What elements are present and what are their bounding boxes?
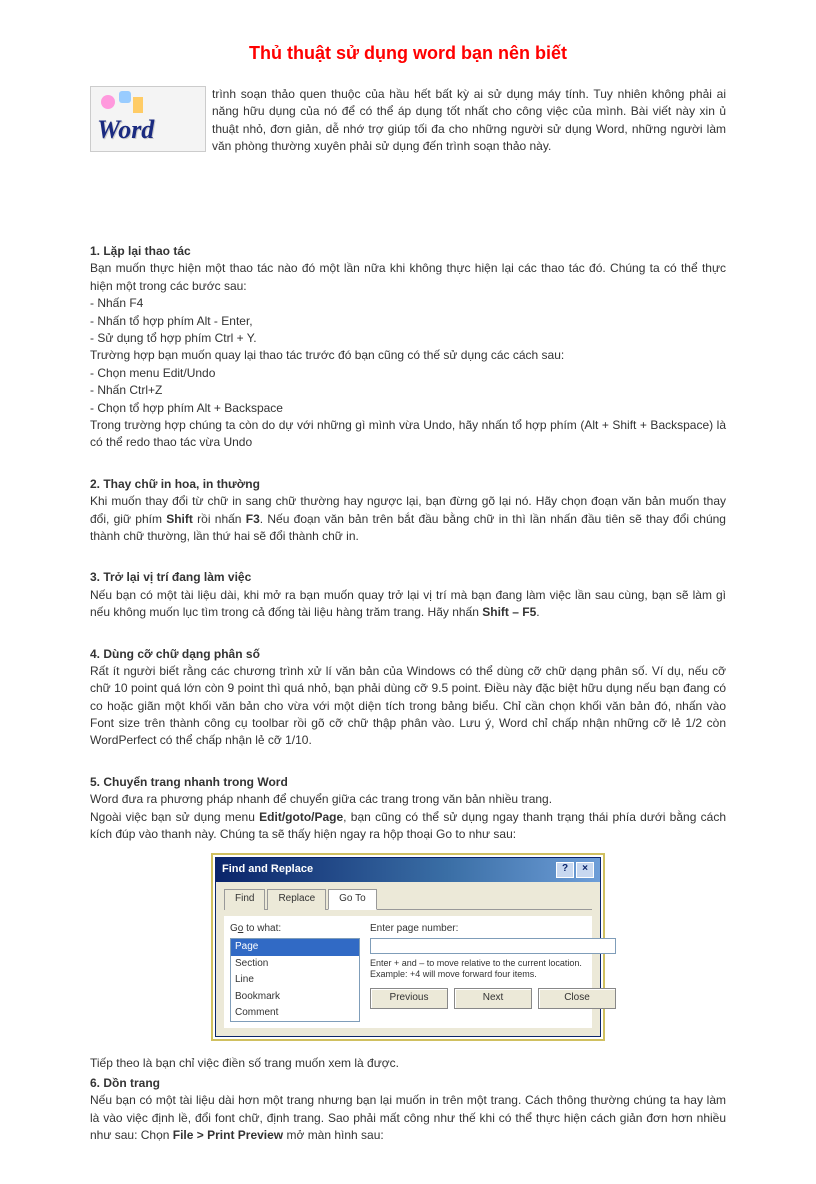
s2-text-b: rồi nhấn bbox=[193, 512, 246, 526]
goto-what-listbox[interactable]: Page Section Line Bookmark Comment Footn… bbox=[230, 938, 360, 1022]
section-1-l3: - Sử dụng tổ hợp phím Ctrl + Y. bbox=[90, 330, 726, 347]
close-button[interactable]: Close bbox=[538, 988, 616, 1009]
find-replace-dialog-figure: Find and Replace ? × Find Replace Go To … bbox=[90, 853, 726, 1041]
dialog-titlebar: Find and Replace ? × bbox=[216, 858, 600, 882]
document-page: Thủ thuật sử dụng word bạn nên biết Word… bbox=[0, 0, 816, 1184]
section-5-after: Tiếp theo là bạn chỉ việc điền số trang … bbox=[90, 1055, 726, 1072]
s6-bold: File > Print Preview bbox=[173, 1128, 283, 1142]
section-3-body: Nếu bạn có một tài liệu dài, khi mở ra b… bbox=[90, 587, 726, 622]
goto-panel: Go to what: Page Section Line Bookmark C… bbox=[224, 916, 592, 1029]
section-1-p1: Bạn muốn thực hiện một thao tác nào đó m… bbox=[90, 260, 726, 295]
section-5-p2: Ngoài việc bạn sử dụng menu Edit/goto/Pa… bbox=[90, 809, 726, 844]
s5-bold: Edit/goto/Page bbox=[259, 810, 343, 824]
section-5-title: 5. Chuyển trang nhanh trong Word bbox=[90, 774, 726, 791]
goto-hint: Enter + and – to move relative to the cu… bbox=[370, 958, 616, 980]
section-5-p1: Word đưa ra phương pháp nhanh để chuyển … bbox=[90, 791, 726, 808]
intro-block: Word trình soạn thảo quen thuộc của hầu … bbox=[90, 86, 726, 156]
logo-text: Word bbox=[97, 111, 154, 149]
next-button[interactable]: Next bbox=[454, 988, 532, 1009]
s2-bold-f3: F3 bbox=[246, 512, 260, 526]
dialog-close-button[interactable]: × bbox=[576, 862, 594, 878]
list-item[interactable]: Footnote bbox=[231, 1022, 359, 1023]
tab-find[interactable]: Find bbox=[224, 889, 265, 910]
dialog-body: Find Replace Go To Go to what: Page Sect… bbox=[216, 882, 600, 1036]
dialog-title: Find and Replace bbox=[222, 862, 554, 878]
dialog-tabs: Find Replace Go To bbox=[224, 888, 592, 910]
page-title: Thủ thuật sử dụng word bạn nên biết bbox=[90, 40, 726, 66]
section-1-p2: Trường hợp bạn muốn quay lại thao tác tr… bbox=[90, 347, 726, 364]
tab-goto[interactable]: Go To bbox=[328, 889, 377, 910]
section-1-l6: - Chọn tổ hợp phím Alt + Backspace bbox=[90, 400, 726, 417]
word-logo-image: Word bbox=[90, 86, 206, 152]
s5-text-a: Ngoài việc bạn sử dụng menu bbox=[90, 810, 259, 824]
section-1-l2: - Nhấn tổ hợp phím Alt - Enter, bbox=[90, 313, 726, 330]
list-item[interactable]: Page bbox=[231, 939, 359, 956]
dialog-help-button[interactable]: ? bbox=[556, 862, 574, 878]
section-4-body: Rất ít người biết rằng các chương trình … bbox=[90, 663, 726, 750]
list-item[interactable]: Section bbox=[231, 956, 359, 973]
section-1-l4: - Chọn menu Edit/Undo bbox=[90, 365, 726, 382]
s6-text-b: mở màn hình sau: bbox=[283, 1128, 384, 1142]
goto-what-label: Go to what: bbox=[230, 922, 360, 937]
s2-bold-shift: Shift bbox=[166, 512, 193, 526]
page-number-input[interactable] bbox=[370, 938, 616, 954]
s3-bold: Shift – F5 bbox=[482, 605, 536, 619]
list-item[interactable]: Comment bbox=[231, 1005, 359, 1022]
list-item[interactable]: Line bbox=[231, 972, 359, 989]
section-1-l5: - Nhấn Ctrl+Z bbox=[90, 382, 726, 399]
enter-page-label: Enter page number: bbox=[370, 922, 616, 937]
s3-text-b: . bbox=[536, 605, 539, 619]
section-4-title: 4. Dùng cỡ chữ dạng phân số bbox=[90, 646, 726, 663]
section-6-body: Nếu bạn có một tài liệu dài hơn một tran… bbox=[90, 1092, 726, 1144]
find-replace-dialog: Find and Replace ? × Find Replace Go To … bbox=[215, 857, 601, 1037]
section-1-p3: Trong trường hợp chúng ta còn do dự với … bbox=[90, 417, 726, 452]
s3-text-a: Nếu bạn có một tài liệu dài, khi mở ra b… bbox=[90, 588, 726, 619]
section-1-l1: - Nhấn F4 bbox=[90, 295, 726, 312]
previous-button[interactable]: Previous bbox=[370, 988, 448, 1009]
list-item[interactable]: Bookmark bbox=[231, 989, 359, 1006]
section-1-title: 1. Lặp lại thao tác bbox=[90, 243, 726, 260]
section-2-body: Khi muốn thay đổi từ chữ in sang chữ thư… bbox=[90, 493, 726, 545]
section-6-title: 6. Dồn trang bbox=[90, 1075, 726, 1092]
section-2-title: 2. Thay chữ in hoa, in thường bbox=[90, 476, 726, 493]
section-3-title: 3. Trở lại vị trí đang làm việc bbox=[90, 569, 726, 586]
tab-replace[interactable]: Replace bbox=[267, 889, 326, 910]
